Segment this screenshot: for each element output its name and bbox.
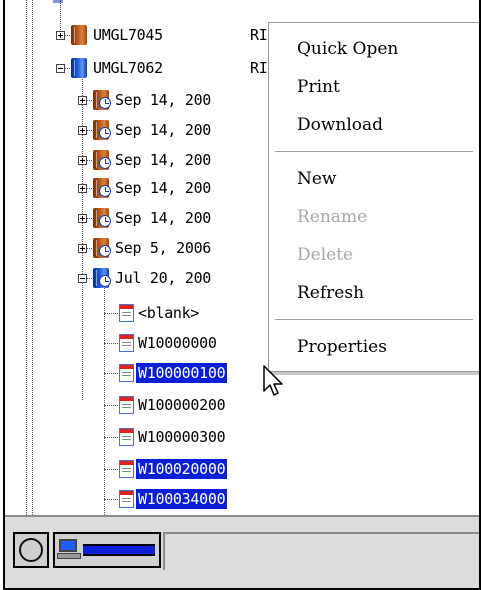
- book-brown-icon: [71, 25, 89, 45]
- menu-item-new[interactable]: New: [297, 169, 337, 189]
- tree-node-document[interactable]: <blank>: [119, 300, 201, 326]
- node-label: Sep 14, 200: [115, 91, 212, 109]
- tree-node-document[interactable]: W100034000: [119, 486, 228, 512]
- node-label: Sep 5, 2006: [115, 239, 212, 257]
- node-label: Sep 14, 200: [115, 121, 212, 139]
- partial-node-icon: [53, 0, 63, 3]
- tree-line: [104, 343, 118, 344]
- tree-line: [104, 469, 118, 470]
- document-icon: [119, 364, 134, 382]
- book-brown-clock-icon: [93, 120, 111, 140]
- node-label: W100000200: [138, 396, 226, 414]
- tree-line: [82, 70, 83, 400]
- node-label: Sep 14, 200: [115, 209, 212, 227]
- tree-line: [104, 499, 118, 500]
- menu-item-refresh[interactable]: Refresh: [297, 283, 364, 303]
- collapse-toggle[interactable]: [56, 64, 65, 73]
- tree-line: [104, 373, 118, 374]
- node-label: UMGL7045: [93, 26, 163, 44]
- document-icon: [119, 460, 134, 478]
- node-label: W10000000: [138, 334, 217, 352]
- tree-line: [104, 313, 118, 314]
- book-brown-clock-icon: [93, 178, 111, 198]
- tree-node-document[interactable]: W10000000: [119, 330, 219, 356]
- node-label: Sep 14, 200: [115, 151, 212, 169]
- tree-line: [104, 285, 105, 515]
- expand-toggle[interactable]: [78, 214, 87, 223]
- expand-toggle[interactable]: [78, 156, 87, 165]
- circle-icon: [19, 538, 43, 562]
- book-brown-clock-icon: [93, 238, 111, 258]
- node-label: UMGL7062: [93, 59, 163, 77]
- node-label: W100000100: [136, 363, 228, 383]
- tree-line: [26, 0, 27, 515]
- tree-node-document[interactable]: W100020000: [119, 456, 228, 482]
- book-brown-clock-icon: [93, 150, 111, 170]
- node-label: Sep 14, 200: [115, 179, 212, 197]
- network-line-icon: [83, 544, 155, 556]
- collapse-toggle[interactable]: [78, 274, 87, 283]
- node-label: Jul 20, 200: [115, 269, 212, 287]
- tree-line: [104, 437, 118, 438]
- document-icon: [119, 396, 134, 414]
- menu-separator: [275, 151, 473, 153]
- menu-item-properties[interactable]: Properties: [297, 337, 387, 357]
- record-button[interactable]: [13, 532, 49, 568]
- status-field: [163, 532, 479, 570]
- expand-toggle[interactable]: [78, 96, 87, 105]
- book-brown-clock-icon: [93, 208, 111, 228]
- node-column-text: RI: [250, 26, 268, 44]
- status-bar: [5, 515, 479, 588]
- document-icon: [119, 490, 134, 508]
- expand-toggle[interactable]: [78, 244, 87, 253]
- tree-node-date[interactable]: Sep 5, 2006: [93, 235, 213, 261]
- tree-node-parent[interactable]: UMGL7062: [71, 55, 165, 81]
- document-icon: [119, 334, 134, 352]
- tree-node-date[interactable]: Sep 14, 200: [93, 175, 213, 201]
- tree-node-document[interactable]: W100000200: [119, 392, 227, 418]
- menu-item-rename: Rename: [297, 207, 368, 227]
- book-brown-clock-icon: [93, 90, 111, 110]
- node-label: W100020000: [136, 459, 228, 479]
- tree-node-document[interactable]: W100000300: [119, 424, 227, 450]
- tree-line: [104, 405, 118, 406]
- expand-toggle[interactable]: [78, 184, 87, 193]
- context-menu: Quick Open Print Download New Rename Del…: [268, 22, 479, 372]
- node-label: <blank>: [138, 304, 200, 322]
- menu-item-delete: Delete: [297, 245, 354, 265]
- tree-node-parent[interactable]: UMGL7045: [71, 22, 165, 48]
- tree-node-date[interactable]: Sep 14, 200: [93, 147, 213, 173]
- tree-node-document[interactable]: W100000100: [119, 360, 228, 386]
- book-blue-icon: [71, 58, 89, 78]
- computer-icon: [57, 539, 83, 559]
- window-frame: UMGL7045 RI UMGL7062 RI D Sep 14, 200 S …: [3, 0, 481, 590]
- expand-toggle[interactable]: [78, 126, 87, 135]
- tree-node-date[interactable]: Sep 14, 200: [93, 87, 213, 113]
- menu-item-quick-open[interactable]: Quick Open: [297, 39, 398, 59]
- tree-node-date[interactable]: Sep 14, 200: [93, 117, 213, 143]
- expand-toggle[interactable]: [56, 31, 65, 40]
- menu-item-print[interactable]: Print: [297, 77, 340, 97]
- book-blue-clock-icon: [93, 268, 111, 288]
- node-label: W100034000: [136, 489, 228, 509]
- document-icon: [119, 428, 134, 446]
- connection-button[interactable]: [53, 532, 161, 568]
- node-column-text: RI: [250, 59, 268, 77]
- menu-item-download[interactable]: Download: [297, 115, 383, 135]
- document-icon: [119, 304, 134, 322]
- tree-node-date[interactable]: Sep 14, 200: [93, 205, 213, 231]
- menu-separator: [275, 319, 473, 321]
- tree-line: [32, 0, 33, 515]
- node-label: W100000300: [138, 428, 226, 446]
- tree-node-date[interactable]: Jul 20, 200: [93, 265, 213, 291]
- mouse-pointer-icon: [263, 365, 283, 396]
